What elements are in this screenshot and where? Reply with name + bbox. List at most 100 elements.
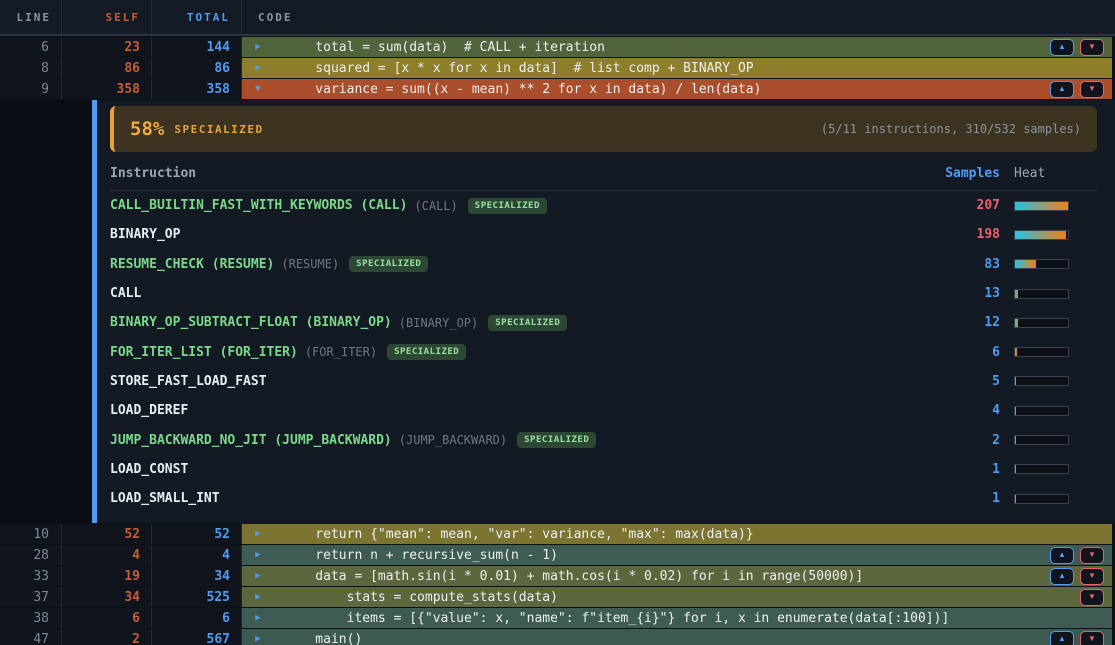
code-cell[interactable]: ▶ return {"mean": mean, "var": variance,… — [242, 524, 1112, 544]
expand-arrow-icon[interactable]: ▶ — [250, 42, 266, 52]
instruction-row: CALL 13 — [110, 279, 1097, 308]
column-header-total: TOTAL — [152, 0, 242, 34]
instruction-name-cell: FOR_ITER_LIST (FOR_ITER)(FOR_ITER)SPECIA… — [110, 344, 930, 360]
instruction-base-name: (CALL) — [414, 199, 457, 213]
down-arrow-icon: ▼ — [1088, 85, 1096, 93]
code-cell[interactable]: ▼ variance = sum((x - mean) ** 2 for x i… — [242, 79, 1112, 99]
code-row: 9358358▼ variance = sum((x - mean) ** 2 … — [0, 79, 1115, 99]
instruction-name: LOAD_DEREF — [110, 403, 188, 418]
total-time-cell: 525 — [152, 587, 242, 607]
code-cell[interactable]: ▶ return n + recursive_sum(n - 1)▲▼ — [242, 545, 1112, 565]
samples-value: 207 — [930, 198, 1000, 213]
instruction-name: FOR_ITER_LIST (FOR_ITER) — [110, 345, 298, 360]
instruction-base-name: (BINARY_OP) — [399, 316, 478, 330]
down-arrow-icon: ▼ — [1088, 43, 1096, 51]
nav-up-button[interactable]: ▲ — [1050, 39, 1074, 56]
nav-up-button[interactable]: ▲ — [1050, 81, 1074, 98]
total-time-cell: 4 — [152, 545, 242, 565]
code-cell[interactable]: ▶ total = sum(data) # CALL + iteration▲▼ — [242, 37, 1112, 57]
instruction-name: BINARY_OP — [110, 227, 180, 242]
nav-up-button[interactable]: ▲ — [1050, 547, 1074, 564]
code-cell[interactable]: ▶ squared = [x * x for x in data] # list… — [242, 58, 1112, 78]
instruction-row: LOAD_DEREF4 — [110, 396, 1097, 425]
heat-bar-fill — [1015, 290, 1018, 298]
code-text: items = [{"value": x, "name": f"item_{i}… — [284, 611, 949, 626]
nav-down-button[interactable]: ▼ — [1080, 568, 1104, 585]
heat-bar-fill — [1015, 436, 1016, 444]
self-time-cell: 52 — [62, 524, 152, 544]
instruction-name-cell: LOAD_SMALL_INT — [110, 491, 930, 506]
specialization-summary: (5/11 instructions, 310/532 samples) — [821, 122, 1081, 136]
expand-arrow-icon[interactable]: ▶ — [250, 63, 266, 73]
samples-value: 13 — [930, 286, 1000, 301]
code-text: main() — [284, 632, 362, 645]
heat-bar — [1014, 318, 1069, 328]
expand-arrow-icon[interactable]: ▶ — [250, 550, 266, 560]
heat-bar — [1014, 201, 1069, 211]
instruction-row: FOR_ITER_LIST (FOR_ITER)(FOR_ITER)SPECIA… — [110, 337, 1097, 366]
instruction-name: RESUME_CHECK (RESUME) — [110, 257, 274, 272]
specialized-badge: SPECIALIZED — [517, 432, 596, 448]
heat-bar-fill — [1015, 495, 1016, 503]
nav-down-button[interactable]: ▼ — [1080, 81, 1104, 98]
nav-up-button[interactable]: ▲ — [1050, 568, 1074, 585]
specialization-panel: 58% SPECIALIZED (5/11 instructions, 310/… — [97, 100, 1115, 523]
code-row: 3734525 ▶ stats = compute_stats(data) ▼ — [0, 587, 1115, 607]
heat-bar — [1014, 230, 1069, 240]
total-time-cell: 34 — [152, 566, 242, 586]
line-number-cell: 37 — [0, 587, 62, 607]
heat-bar — [1014, 376, 1069, 386]
code-row: 331934▶ data = [math.sin(i * 0.01) + mat… — [0, 566, 1115, 586]
expand-arrow-icon[interactable]: ▶ — [250, 571, 266, 581]
heat-bar — [1014, 406, 1069, 416]
instruction-name: JUMP_BACKWARD_NO_JIT (JUMP_BACKWARD) — [110, 433, 392, 448]
code-cell[interactable]: ▶ items = [{"value": x, "name": f"item_{… — [242, 608, 1112, 628]
instruction-name-cell: LOAD_CONST — [110, 462, 930, 477]
line-number-cell: 10 — [0, 524, 62, 544]
expand-arrow-icon[interactable]: ▶ — [250, 529, 266, 539]
expanded-line-detail: 58% SPECIALIZED (5/11 instructions, 310/… — [0, 100, 1115, 523]
instruction-name-cell: JUMP_BACKWARD_NO_JIT (JUMP_BACKWARD) (JUM… — [110, 432, 930, 448]
instruction-name: STORE_FAST_LOAD_FAST — [110, 374, 267, 389]
nav-down-button[interactable]: ▼ — [1080, 547, 1104, 564]
expand-arrow-icon[interactable]: ▶ — [250, 634, 266, 644]
line-number-cell: 38 — [0, 608, 62, 628]
self-time-cell: 34 — [62, 587, 152, 607]
instruction-name: CALL — [110, 286, 141, 301]
up-arrow-icon: ▲ — [1058, 43, 1066, 51]
up-arrow-icon: ▲ — [1058, 635, 1066, 643]
instruction-base-name: (RESUME) — [281, 257, 339, 271]
nav-down-button[interactable]: ▼ — [1080, 631, 1104, 645]
heat-bar-fill — [1015, 377, 1016, 385]
nav-down-button[interactable]: ▼ — [1080, 39, 1104, 56]
code-text: squared = [x * x for x in data] # list c… — [284, 61, 754, 76]
samples-value: 1 — [930, 462, 1000, 477]
down-arrow-icon: ▼ — [1088, 551, 1096, 559]
code-rows-top: 623144▶ total = sum(data) # CALL + itera… — [0, 37, 1115, 99]
instruction-row: LOAD_CONST1 — [110, 455, 1097, 484]
specialization-label: SPECIALIZED — [174, 123, 263, 136]
expand-arrow-icon[interactable]: ▶ — [250, 592, 266, 602]
instruction-base-name: (JUMP_BACKWARD) — [399, 433, 507, 447]
nav-down-button[interactable]: ▼ — [1080, 589, 1104, 606]
line-number-cell: 6 — [0, 37, 62, 57]
code-cell[interactable]: ▶ main() ▲ ▼ — [242, 629, 1112, 645]
instruction-name-cell: LOAD_DEREF — [110, 403, 930, 418]
nav-up-button[interactable]: ▲ — [1050, 631, 1074, 645]
expand-arrow-icon[interactable]: ▶ — [250, 613, 266, 623]
instruction-row: STORE_FAST_LOAD_FAST5 — [110, 367, 1097, 396]
code-row: 3866▶ items = [{"value": x, "name": f"it… — [0, 608, 1115, 628]
collapse-arrow-icon[interactable]: ▼ — [250, 84, 266, 94]
specialized-badge: SPECIALIZED — [349, 256, 428, 272]
code-cell[interactable]: ▶ data = [math.sin(i * 0.01) + math.cos(… — [242, 566, 1112, 586]
code-cell[interactable]: ▶ stats = compute_stats(data) ▼ — [242, 587, 1112, 607]
detail-gutter — [0, 100, 92, 523]
code-text: stats = compute_stats(data) — [284, 590, 558, 605]
row-nav-buttons: ▲▼ — [1050, 568, 1104, 585]
instruction-table-header: Instruction Samples Heat — [110, 166, 1097, 191]
row-nav-buttons: ▼ — [1080, 589, 1104, 606]
total-time-cell: 86 — [152, 58, 242, 78]
row-nav-buttons: ▲▼ — [1050, 547, 1104, 564]
instruction-name-cell: BINARY_OP_SUBTRACT_FLOAT (BINARY_OP)(BIN… — [110, 315, 930, 331]
specialized-badge: SPECIALIZED — [387, 344, 466, 360]
